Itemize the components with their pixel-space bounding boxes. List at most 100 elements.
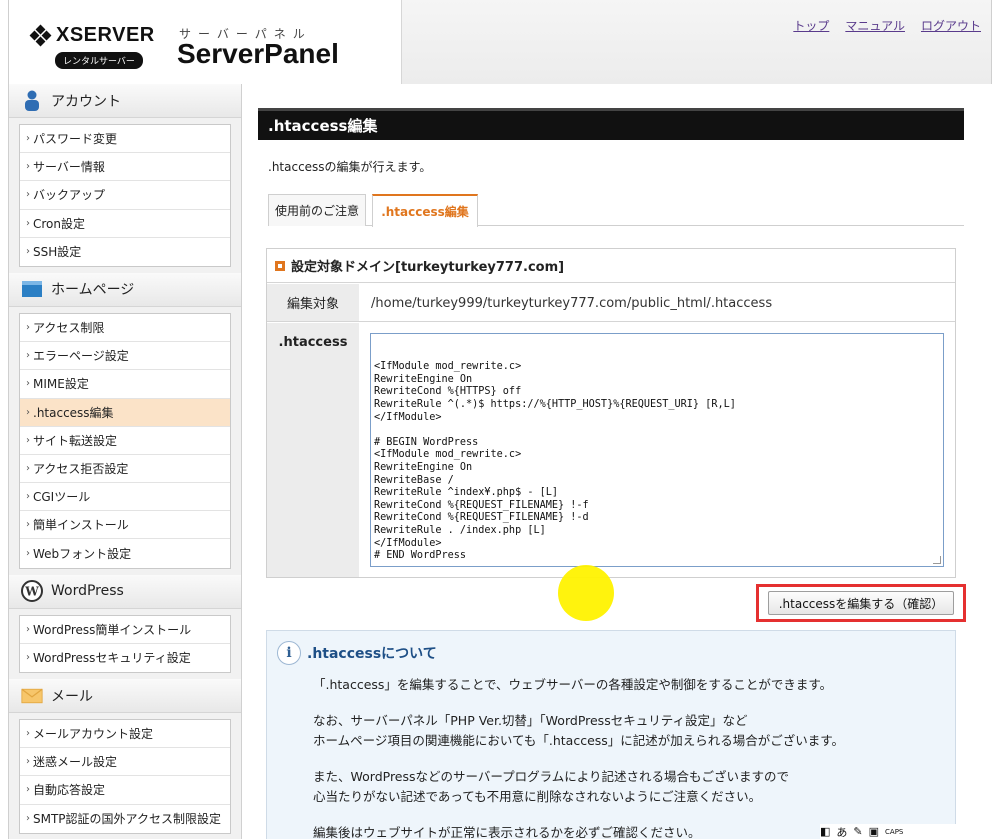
sidebar-item-wp-install[interactable]: › WordPress簡単インストール bbox=[20, 616, 230, 644]
sidebar-item-password[interactable]: › パスワード変更 bbox=[20, 125, 230, 154]
arrow-icon: › bbox=[26, 378, 30, 390]
sidebar-item-access-deny[interactable]: › アクセス拒否設定 bbox=[20, 455, 230, 484]
product-name: ServerPanel bbox=[177, 38, 339, 69]
htaccess-textarea[interactable]: <IfModule mod_rewrite.c> RewriteEngine On… bbox=[370, 333, 944, 567]
sidebar-item-cgi[interactable]: › CGIツール bbox=[20, 483, 230, 512]
manual-link[interactable]: マニュアル bbox=[845, 17, 905, 34]
section-title: ホームページ bbox=[51, 282, 135, 299]
main-content: .htaccess編集 .htaccessの編集が行えます。 使用前のご注意 .… bbox=[258, 108, 966, 839]
arrow-icon: › bbox=[26, 434, 30, 446]
info-text: 「.htaccess」を編集することで、ウェブサーバーの各種設定や制御をすること… bbox=[313, 677, 833, 692]
arrow-icon: › bbox=[26, 623, 30, 635]
target-row: 編集対象 /home/turkey999/turkeyturkey777.com… bbox=[267, 284, 955, 322]
sidebar-item-cron[interactable]: › Cron設定 bbox=[20, 210, 230, 238]
ime-mode-icon[interactable]: ◧ bbox=[820, 825, 830, 838]
section-title: メール bbox=[51, 688, 93, 705]
info-heading: .htaccessについて bbox=[307, 646, 437, 662]
arrow-icon: › bbox=[26, 246, 30, 258]
edit-panel: 設定対象ドメイン[turkeyturkey777.com] 編集対象 /home… bbox=[266, 248, 956, 578]
sidebar-item-wp-security[interactable]: › WordPressセキュリティ設定 bbox=[20, 644, 230, 672]
info-title: i .htaccessについて bbox=[277, 641, 437, 665]
sidebar-item-spam[interactable]: › 迷惑メール設定 bbox=[20, 748, 230, 777]
sidebar-item-label: Webフォント設定 bbox=[33, 547, 132, 562]
arrow-icon: › bbox=[26, 519, 30, 531]
sidebar-item-error-page[interactable]: › エラーページ設定 bbox=[20, 342, 230, 371]
confirm-button-highlight: .htaccessを編集する（確認） bbox=[756, 584, 966, 622]
svg-text:W: W bbox=[24, 585, 39, 599]
sidebar-item-web-font[interactable]: › Webフォント設定 bbox=[20, 539, 230, 567]
code-line: </IfModule> bbox=[374, 537, 442, 549]
confirm-edit-button[interactable]: .htaccessを編集する（確認） bbox=[768, 591, 954, 615]
sidebar-item-label: バックアップ bbox=[33, 188, 106, 203]
sidebar-item-access-limit[interactable]: › アクセス制限 bbox=[20, 314, 230, 343]
homepage-menu: › アクセス制限 › エラーページ設定 › MIME設定 › .htaccess編集 ›… bbox=[19, 312, 231, 569]
logout-link[interactable]: ログアウト bbox=[921, 17, 981, 34]
sidebar-item-label: パスワード変更 bbox=[33, 132, 118, 147]
code-line: RewriteCond %{HTTPS} off bbox=[374, 386, 522, 398]
info-text: また、WordPressなどのサーバープログラムにより記述される場合もございます… bbox=[313, 769, 790, 784]
sidebar-item-htaccess[interactable]: › .htaccess編集 bbox=[20, 398, 230, 427]
ime-tool-icon[interactable]: ✎ bbox=[853, 825, 862, 838]
page-description: .htaccessの編集が行えます。 bbox=[268, 160, 432, 174]
sidebar-item-label: WordPress簡単インストール bbox=[33, 622, 192, 637]
account-menu: › パスワード変更 › サーバー情報 › バックアップ › Cron設定 › SSH設定 bbox=[19, 124, 231, 267]
sidebar-item-auto-reply[interactable]: › 自動応答設定 bbox=[20, 776, 230, 805]
code-line: RewriteRule ^index¥.php$ - [L] bbox=[374, 487, 559, 499]
ime-dictionary-icon[interactable]: ▣ bbox=[869, 825, 879, 838]
logo[interactable]: XSERVER レンタルサーバー サーバーパネル ServerPanel bbox=[9, 0, 401, 84]
sidebar: アカウント › パスワード変更 › サーバー情報 › バックアップ › Cron設定 ›… bbox=[8, 84, 242, 839]
info-box: i .htaccessについて 「.htaccess」を編集することで、ウェブサ… bbox=[266, 630, 956, 839]
sidebar-item-label: .htaccess編集 bbox=[33, 405, 114, 420]
section-title: WordPress bbox=[51, 583, 124, 600]
sidebar-item-label: CGIツール bbox=[33, 490, 91, 505]
resize-handle[interactable] bbox=[933, 556, 941, 564]
sidebar-item-smtp-limit[interactable]: › SMTP認証の国外アクセス制限設定 bbox=[20, 805, 230, 833]
diamond-logo-icon bbox=[29, 24, 52, 46]
sidebar-item-label: MIME設定 bbox=[33, 377, 89, 392]
arrow-icon: › bbox=[26, 322, 30, 334]
mail-menu: › メールアカウント設定 › 迷惑メール設定 › 自動応答設定 › SMTP認証の国外ア… bbox=[19, 719, 231, 834]
brand-name: XSERVER bbox=[56, 24, 155, 46]
code-line: # BEGIN WordPress bbox=[374, 436, 479, 448]
sidebar-item-server-info[interactable]: › サーバー情報 bbox=[20, 153, 230, 182]
sidebar-item-ssh[interactable]: › SSH設定 bbox=[20, 238, 230, 266]
arrow-icon: › bbox=[26, 189, 30, 201]
arrow-icon: › bbox=[26, 406, 30, 418]
code-line: RewriteRule . /index.php [L] bbox=[374, 524, 546, 536]
sidebar-item-mime[interactable]: › MIME設定 bbox=[20, 370, 230, 399]
envelope-icon bbox=[21, 685, 43, 707]
sidebar-item-label: SMTP認証の国外アクセス制限設定 bbox=[33, 812, 221, 827]
ime-toolbar: ◧ あ ✎ ▣ CAPS bbox=[820, 824, 990, 839]
monitor-icon bbox=[21, 278, 43, 300]
ime-kana[interactable]: あ bbox=[836, 824, 847, 839]
sidebar-item-label: Cron設定 bbox=[33, 216, 85, 231]
tab-precautions[interactable]: 使用前のご注意 bbox=[268, 194, 366, 226]
sidebar-item-site-redirect[interactable]: › サイト転送設定 bbox=[20, 427, 230, 455]
code-line: </IfModule> bbox=[374, 411, 442, 423]
code-line: RewriteCond %{REQUEST_FILENAME} !-d bbox=[374, 512, 589, 524]
code-line: <IfModule mod_rewrite.c> bbox=[374, 361, 522, 373]
cursor-highlight bbox=[558, 565, 614, 621]
code-line: <IfModule mod_rewrite.c> bbox=[374, 449, 522, 461]
section-title: アカウント bbox=[51, 93, 121, 110]
top-link[interactable]: トップ bbox=[793, 17, 829, 34]
brand-badge: レンタルサーバー bbox=[55, 52, 143, 69]
arrow-icon: › bbox=[26, 728, 30, 740]
info-text: 心当たりがない記述であっても不用意に削除なされないようにご注意ください。 bbox=[313, 789, 762, 804]
header-nav-area: トップ マニュアル ログアウト bbox=[401, 0, 991, 84]
sidebar-section-wordpress: W WordPress bbox=[9, 574, 241, 609]
target-label: 編集対象 bbox=[267, 284, 359, 321]
user-icon bbox=[21, 90, 43, 112]
info-text: 編集後はウェブサイトが正常に表示されるかを必ずご確認ください。 bbox=[313, 825, 701, 839]
panel-title: 設定対象ドメイン[turkeyturkey777.com] bbox=[267, 249, 955, 283]
htaccess-label: .htaccess bbox=[267, 323, 359, 577]
tab-htaccess-edit[interactable]: .htaccess編集 bbox=[372, 194, 478, 227]
code-line: RewriteBase / bbox=[374, 474, 454, 486]
sidebar-item-easy-install[interactable]: › 簡単インストール bbox=[20, 511, 230, 540]
tab-bar: 使用前のご注意 .htaccess編集 bbox=[268, 194, 964, 227]
domain-title: 設定対象ドメイン[turkeyturkey777.com] bbox=[291, 260, 565, 275]
code-line: RewriteCond %{REQUEST_FILENAME} !-f bbox=[374, 499, 589, 511]
sidebar-item-mail-account[interactable]: › メールアカウント設定 bbox=[20, 720, 230, 749]
sidebar-item-backup[interactable]: › バックアップ bbox=[20, 181, 230, 210]
arrow-icon: › bbox=[26, 652, 30, 664]
